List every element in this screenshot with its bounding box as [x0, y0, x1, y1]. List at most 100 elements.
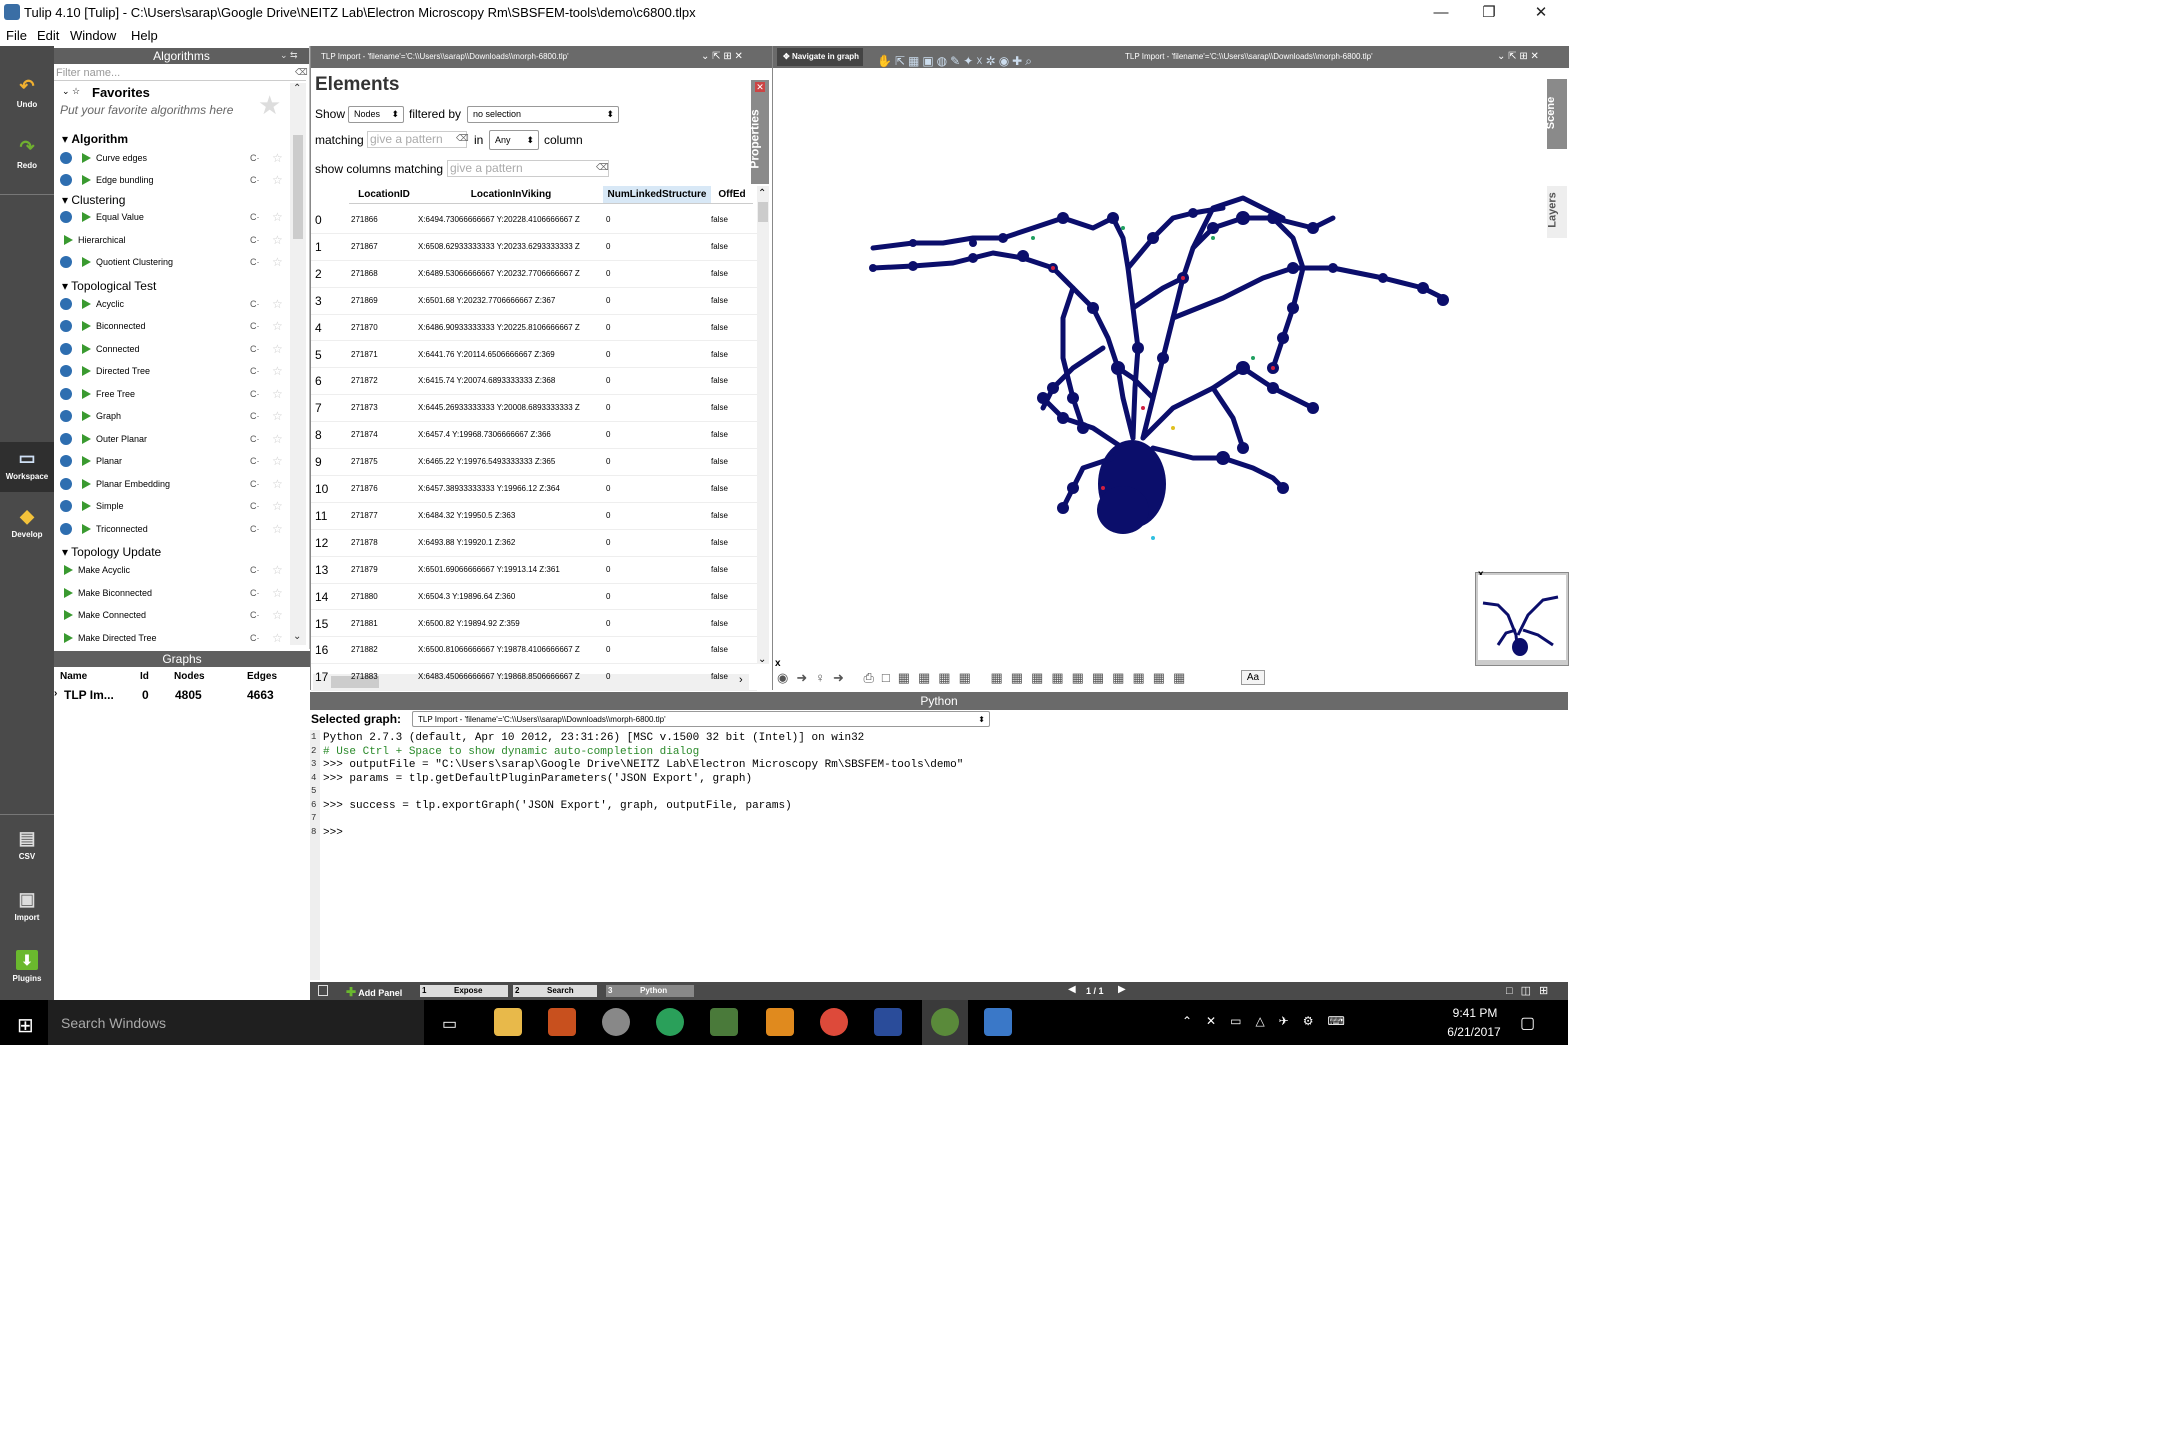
algo-planar[interactable]: Planar C· ☆	[58, 451, 340, 471]
table-vertical-scrollbar[interactable]: ⌃ ⌄	[757, 186, 769, 665]
graph-canvas[interactable]	[773, 68, 1545, 668]
plugins-button[interactable]: ⬇ Plugins	[0, 950, 54, 983]
star-icon[interactable]: ☆	[272, 429, 283, 449]
algo-make-biconnected[interactable]: Make Biconnected C· ☆	[58, 583, 340, 603]
algo-make-directed-tree[interactable]: Make Directed Tree C· ☆	[58, 628, 340, 648]
star-icon[interactable]: ☆	[272, 207, 283, 227]
scroll-down-icon[interactable]: ⌄	[758, 654, 766, 665]
matlab-icon[interactable]	[548, 1008, 576, 1036]
expand-arrow-icon[interactable]: ›	[54, 688, 57, 699]
star-icon[interactable]: ☆	[272, 316, 283, 336]
tulip-taskbar-item[interactable]	[922, 1000, 968, 1045]
filter-select[interactable]: no selection ⬍	[467, 106, 619, 123]
columns-pattern-input[interactable]: give a pattern	[447, 160, 609, 177]
algo-connected[interactable]: Connected C· ☆	[58, 339, 340, 359]
algo-edge-bundling[interactable]: Edge bundling C· ☆	[58, 170, 340, 190]
clear-columns-pattern-icon[interactable]: ⌫	[596, 162, 609, 173]
star-icon[interactable]: ☆	[272, 605, 283, 625]
col-num-linked-structure[interactable]: NumLinkedStructure	[603, 186, 711, 204]
algo-triconnected[interactable]: Triconnected C· ☆	[58, 519, 340, 539]
panel-options-icon[interactable]: ⌄ ⇆	[280, 50, 298, 61]
in-column-select[interactable]: Any ⬍	[489, 130, 539, 150]
clear-pattern-icon[interactable]: ⌫	[456, 133, 469, 144]
pattern-input[interactable]: give a pattern	[367, 131, 467, 148]
category-algorithm[interactable]: ▾ Algorithm	[62, 132, 128, 146]
table-row[interactable]: 10 271876 X:6457.38933333333 Y:19966.12 Z:…	[311, 476, 757, 503]
star-icon[interactable]: ☆	[272, 451, 283, 471]
star-icon[interactable]: ☆	[272, 294, 283, 314]
import-button[interactable]: ▣ Import	[0, 889, 54, 922]
gear-icon[interactable]	[60, 500, 72, 512]
table-panel-tab[interactable]: TLP Import - 'filename'='C:\\Users\\sara…	[311, 46, 772, 68]
scroll-up-icon[interactable]: ⌃	[293, 83, 301, 94]
star-icon[interactable]: ☆	[272, 496, 283, 516]
menu-window[interactable]: Window	[70, 28, 116, 43]
table-row[interactable]: 17 271883 X:6483.45066666667 Y:19868.85066…	[311, 664, 757, 692]
gear-icon[interactable]	[60, 298, 72, 310]
system-tray-icons[interactable]: ⌃✕▭△✈⚙⌨	[1182, 1014, 1359, 1028]
sublime-text-icon[interactable]	[766, 1008, 794, 1036]
scroll-up-icon[interactable]: ⌃	[758, 188, 766, 199]
col-off-edge[interactable]: OffEd	[711, 186, 753, 204]
algo-biconnected[interactable]: Biconnected C· ☆	[58, 316, 340, 336]
algo-graph[interactable]: Graph C· ☆	[58, 406, 340, 426]
render-options-toolbar[interactable]: ◉➜♀➜ ⎙□▦▦▦▦ ▦▦▦▦▦▦▦▦▦▦	[777, 670, 1193, 686]
scrollbar-thumb[interactable]	[758, 202, 768, 222]
sidebar-toggle-icon[interactable]	[318, 985, 328, 996]
table-row[interactable]: 16 271882 X:6500.81066666667 Y:19878.41066…	[311, 637, 757, 665]
table-row[interactable]: 0 271866 X:6494.73066666667 Y:20228.410666…	[311, 207, 757, 234]
category-clustering[interactable]: ▾ Clustering	[62, 193, 125, 207]
chrome-icon[interactable]	[820, 1008, 848, 1036]
clock-date[interactable]: 6/21/2017	[1436, 1025, 1512, 1039]
close-properties-icon[interactable]: ✕	[755, 82, 765, 92]
previous-page-icon[interactable]: ◀	[1068, 984, 1076, 995]
toolbar-collapse-icon[interactable]: x	[775, 658, 781, 669]
overview-minimap[interactable]: x	[1475, 569, 1569, 666]
algo-equal-value[interactable]: Equal Value C· ☆	[58, 207, 340, 227]
gear-icon[interactable]	[60, 478, 72, 490]
star-icon[interactable]: ☆	[272, 384, 283, 404]
spreadsheet-icon[interactable]	[710, 1008, 738, 1036]
window-app-icon[interactable]	[984, 1008, 1012, 1036]
table-row[interactable]: 12 271878 X:6493.88 Y:19920.1 Z:362 0 false	[311, 530, 757, 557]
col-nodes[interactable]: Nodes	[174, 671, 205, 682]
restore-button[interactable]: ❐	[1466, 2, 1512, 24]
algo-make-acyclic[interactable]: Make Acyclic C· ☆	[58, 560, 340, 580]
scene-side-tab[interactable]: Scene	[1545, 79, 1567, 149]
table-row[interactable]: 3 271869 X:6501.68 Y:20232.7706666667 Z:36…	[311, 288, 757, 315]
gear-icon[interactable]	[60, 174, 72, 186]
algo-make-connected[interactable]: Make Connected C· ☆	[58, 605, 340, 625]
atom-icon[interactable]	[656, 1008, 684, 1036]
algo-simple[interactable]: Simple C· ☆	[58, 496, 340, 516]
powershell-icon[interactable]	[874, 1008, 902, 1036]
col-name[interactable]: Name	[60, 671, 87, 682]
algo-curve-edges[interactable]: Curve edges C· ☆	[58, 148, 340, 168]
taskbar-search-box[interactable]: Search Windows	[48, 1000, 424, 1045]
star-icon[interactable]: ☆	[272, 361, 283, 381]
star-icon[interactable]: ☆	[272, 560, 283, 580]
star-icon[interactable]: ☆	[272, 230, 283, 250]
gear-icon[interactable]	[60, 211, 72, 223]
table-row[interactable]: 11 271877 X:6484.32 Y:19950.5 Z:363 0 false	[311, 503, 757, 530]
star-icon[interactable]: ☆	[272, 406, 283, 426]
next-page-icon[interactable]: ▶	[1118, 984, 1126, 995]
show-select[interactable]: Nodes ⬍	[348, 106, 404, 123]
algorithm-filter-input[interactable]: Filter name...	[54, 65, 306, 81]
table-row[interactable]: 7 271873 X:6445.26933333333 Y:20008.689333…	[311, 395, 757, 423]
navigate-mode-button[interactable]: ✥ Navigate in graph	[777, 48, 863, 66]
panel-controls-icon[interactable]: ⌄ ⇱ ⊞ ✕	[701, 46, 743, 68]
star-icon[interactable]: ☆	[272, 583, 283, 603]
gear-icon[interactable]	[60, 523, 72, 535]
star-icon[interactable]: ☆	[272, 170, 283, 190]
clear-filter-icon[interactable]: ⌫	[295, 67, 308, 78]
menu-file[interactable]: File	[6, 28, 27, 43]
gear-icon[interactable]	[60, 388, 72, 400]
table-row[interactable]: 8 271874 X:6457.4 Y:19968.7306666667 Z:366…	[311, 422, 757, 450]
panel-controls-icon[interactable]: ⌄ ⇱ ⊞ ✕	[1497, 46, 1539, 68]
star-icon[interactable]: ☆	[272, 519, 283, 539]
table-row[interactable]: 1 271867 X:6508.62933333333 Y:20233.629333…	[311, 234, 757, 261]
star-icon[interactable]: ☆	[272, 252, 283, 272]
font-settings-button[interactable]: Aa	[1241, 670, 1265, 685]
col-edges[interactable]: Edges	[247, 671, 277, 682]
develop-button[interactable]: ◆ Develop	[0, 506, 54, 539]
